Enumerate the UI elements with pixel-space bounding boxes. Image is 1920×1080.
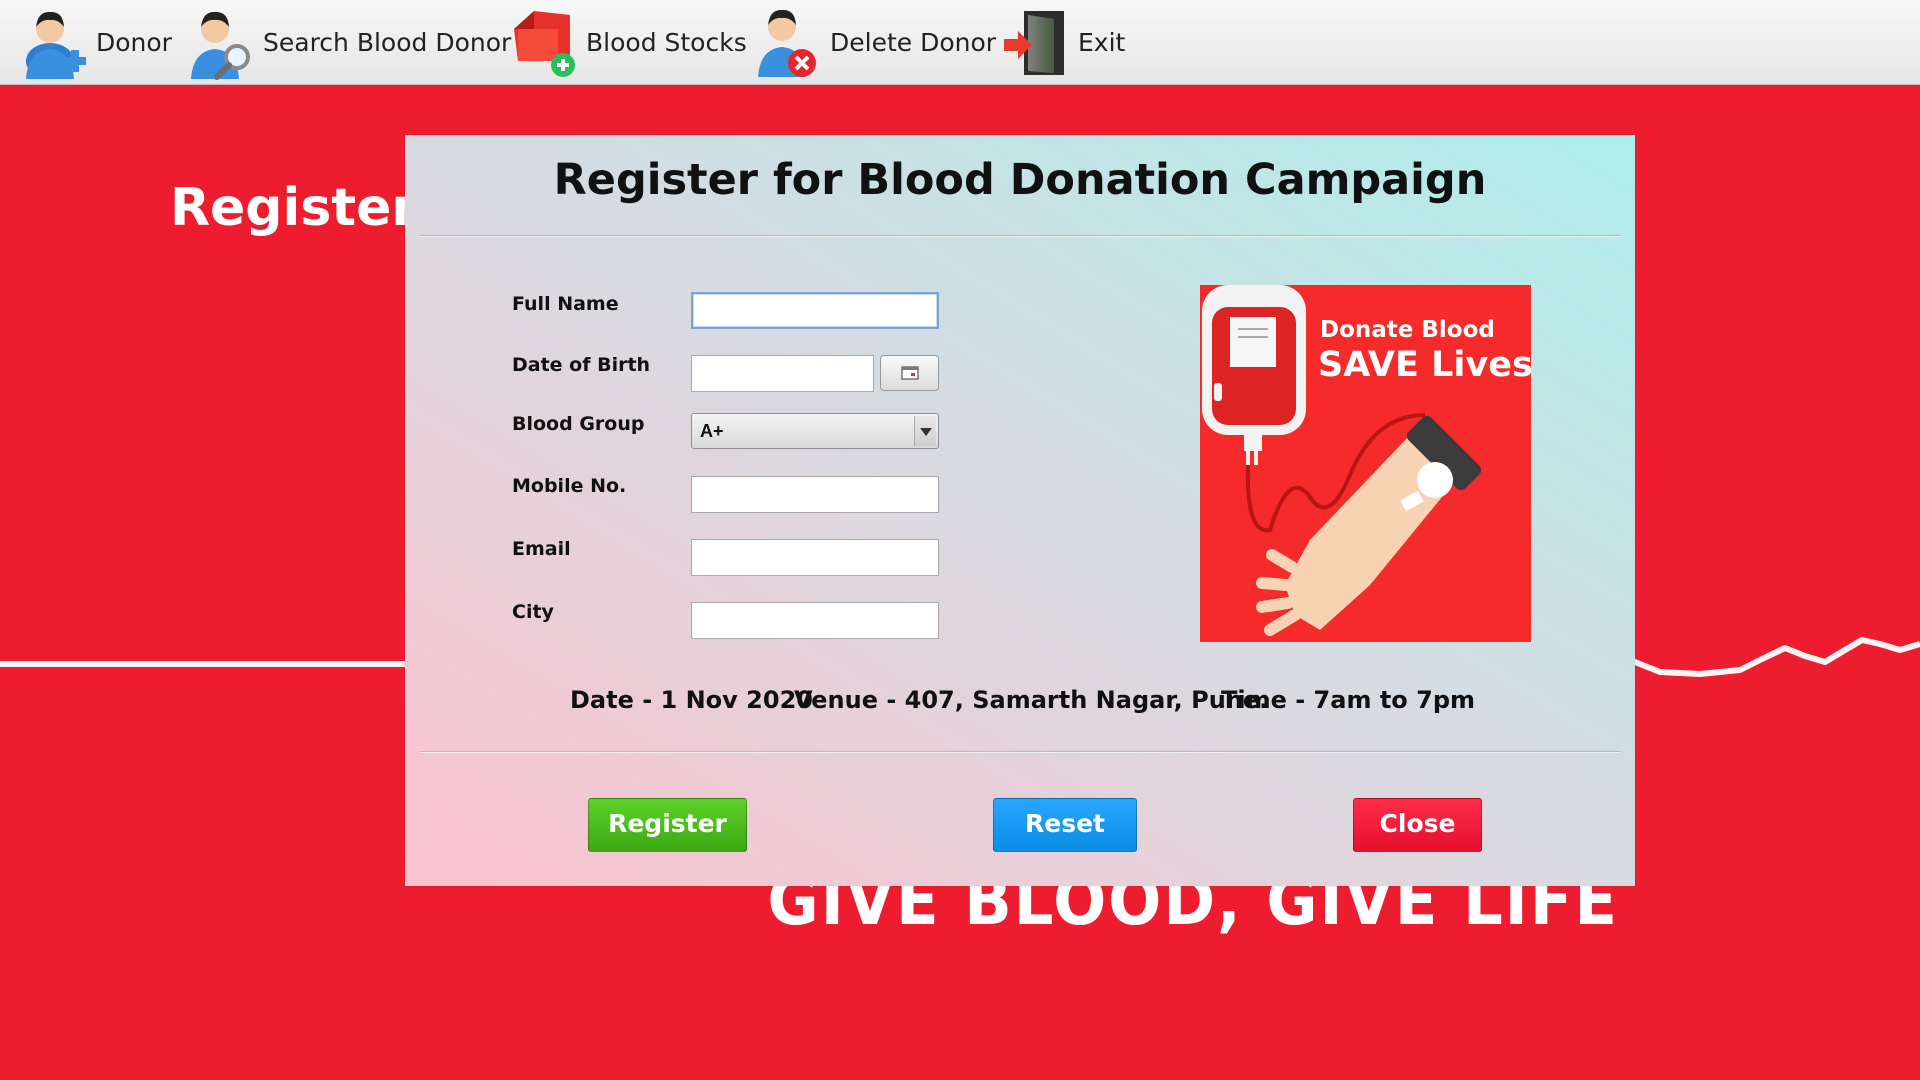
email-label: Email [512,538,571,560]
campaign-date: Date - 1 Nov 2020 [570,686,813,714]
toolbar-donor-button[interactable]: Donor [18,0,172,85]
reset-button[interactable]: Reset [993,798,1137,852]
date-picker-button[interactable] [880,355,939,391]
title-divider [420,235,1620,237]
toolbar-donor-label: Donor [96,28,172,57]
toolbar-exit-label: Exit [1078,28,1126,57]
campaign-time: Time - 7am to 7pm [1221,686,1476,714]
toolbar-search-donor-label: Search Blood Donor [263,28,512,57]
full-name-input[interactable] [691,292,939,329]
add-user-icon [26,11,86,79]
dropdown-arrow-icon[interactable] [914,416,936,446]
blood-group-value: A+ [700,421,724,441]
main-toolbar: Donor Search Blood Donor Blood Stocks De… [0,0,1920,85]
city-label: City [512,601,554,623]
close-button[interactable]: Close [1353,798,1482,852]
donate-blood-poster: Donate Blood SAVE Lives [1200,285,1531,642]
registration-dialog: Register for Blood Donation Campaign Ful… [405,135,1635,886]
date-of-birth-input[interactable] [691,355,874,392]
mobile-label: Mobile No. [512,475,627,497]
city-input[interactable] [691,602,939,639]
blood-stock-add-icon [514,10,575,77]
toolbar-blood-stocks-button[interactable]: Blood Stocks [508,0,747,85]
email-input[interactable] [691,539,939,576]
date-of-birth-label: Date of Birth [512,354,651,376]
toolbar-delete-donor-button[interactable]: Delete Donor [752,0,996,85]
full-name-label: Full Name [512,293,619,315]
toolbar-blood-stocks-label: Blood Stocks [586,28,747,57]
search-user-icon [191,11,250,80]
campaign-venue: Venue - 407, Samarth Nagar, Pune. [794,686,1269,714]
calendar-icon [900,366,919,380]
dialog-title: Register for Blood Donation Campaign [553,155,1487,205]
blood-group-label: Blood Group [512,413,645,435]
mobile-input[interactable] [691,476,939,513]
toolbar-exit-button[interactable]: Exit [1000,0,1125,85]
poster-line-1: Donate Blood [1320,317,1495,343]
delete-user-icon [758,9,816,77]
footer-divider [420,751,1620,753]
register-button[interactable]: Register [588,798,747,852]
blood-group-select[interactable]: A+ [691,413,939,449]
toolbar-search-donor-button[interactable]: Search Blood Donor [185,0,511,85]
exit-door-icon [1004,10,1064,75]
poster-line-2: SAVE Lives [1318,345,1531,385]
toolbar-delete-donor-label: Delete Donor [830,28,997,57]
